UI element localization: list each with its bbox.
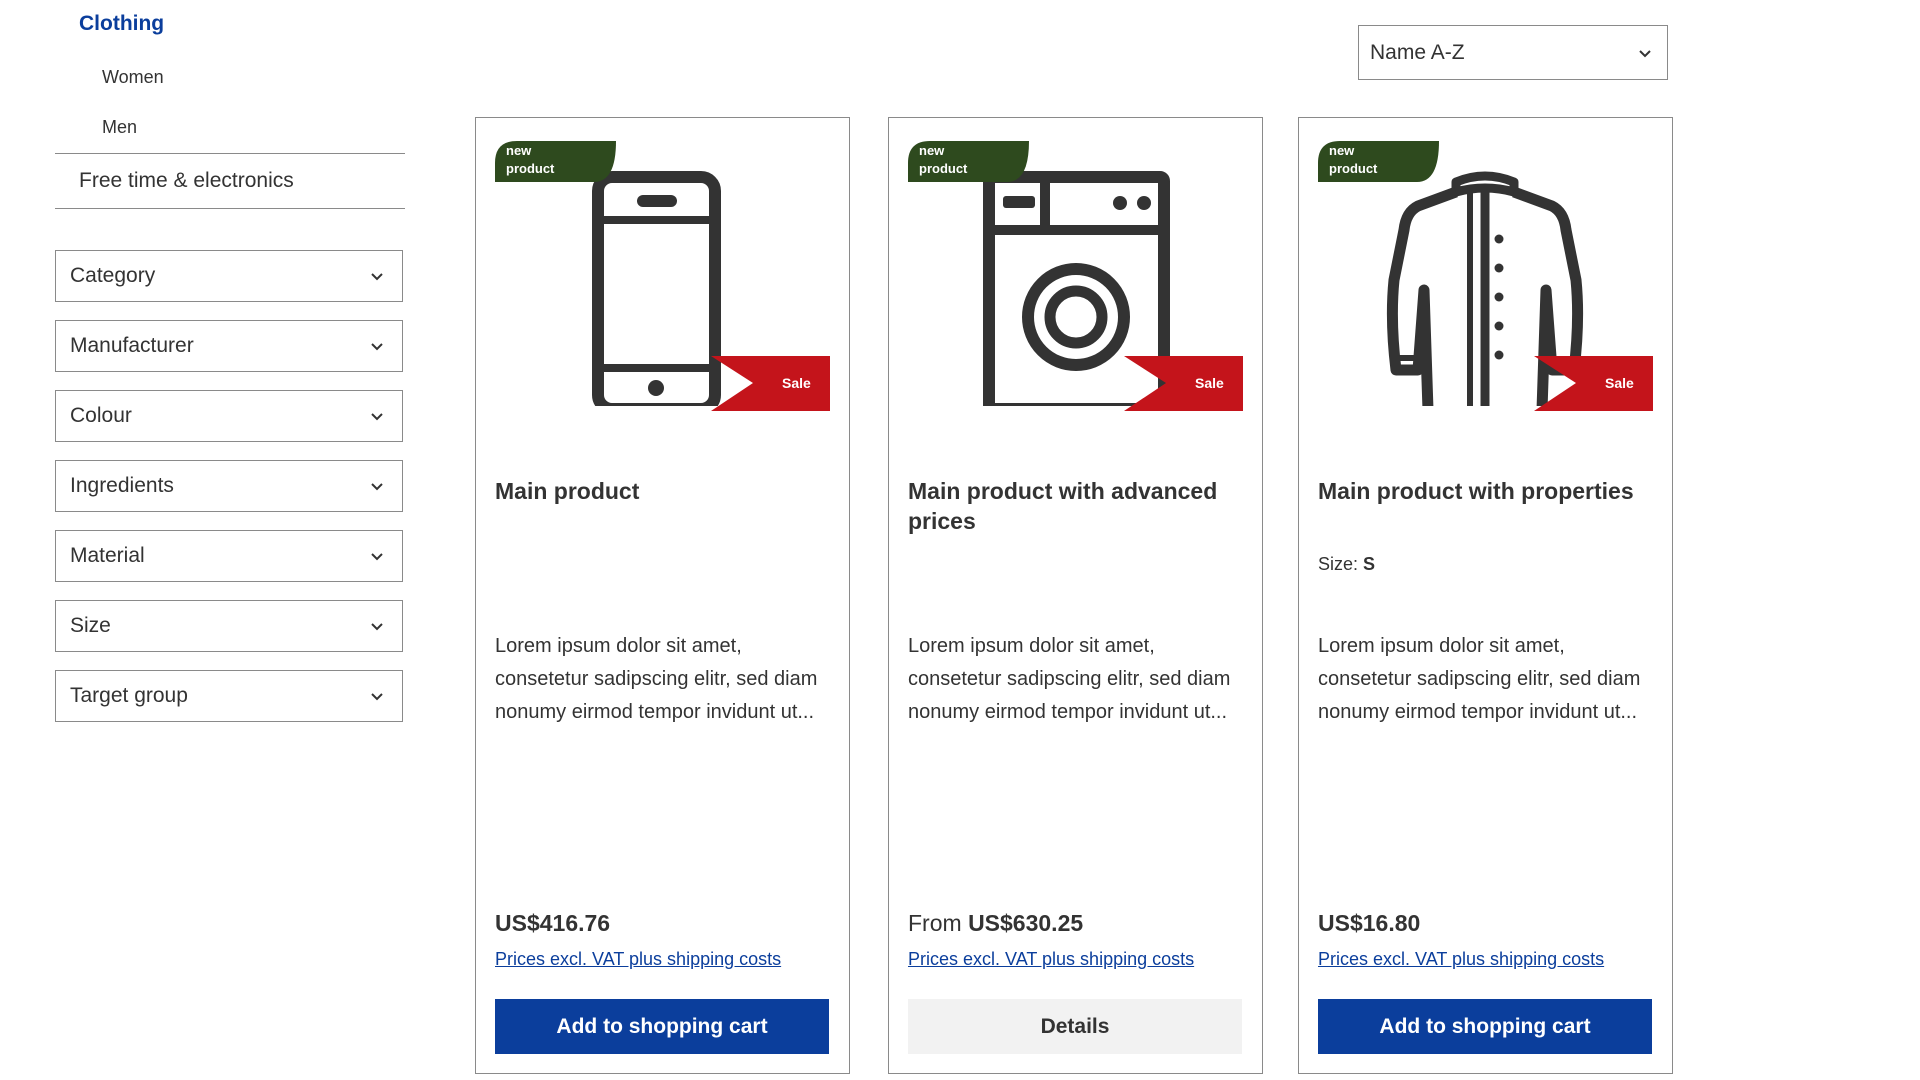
chevron-down-icon	[371, 483, 383, 491]
price-value: US$416.76	[495, 910, 611, 936]
filter-material[interactable]: Material	[55, 530, 403, 582]
nav-subcategory-men[interactable]: Men	[102, 117, 137, 138]
nav-divider	[55, 208, 405, 209]
product-price: US$16.80	[1318, 910, 1420, 937]
filter-category[interactable]: Category	[55, 250, 403, 302]
sale-badge-label: Sale	[782, 375, 811, 391]
filter-label: Ingredients	[70, 474, 174, 497]
vat-shipping-link[interactable]: Prices excl. VAT plus shipping costs	[908, 949, 1194, 970]
product-card[interactable]: new product Sale Main product with advan…	[888, 117, 1263, 1074]
chevron-down-icon	[371, 553, 383, 561]
sort-value: Name A-Z	[1370, 41, 1465, 64]
filter-label: Category	[70, 264, 156, 287]
sale-badge-label: Sale	[1605, 375, 1634, 391]
chevron-down-icon	[371, 343, 383, 351]
new-product-badge-label: new product	[506, 143, 555, 176]
chevron-down-icon	[371, 273, 383, 281]
chevron-down-icon	[1639, 50, 1651, 58]
filter-manufacturer[interactable]: Manufacturer	[55, 320, 403, 372]
sale-badge-label: Sale	[1195, 375, 1224, 391]
filter-label: Colour	[70, 404, 132, 427]
property-value: S	[1363, 554, 1376, 574]
property-label: Size:	[1318, 554, 1359, 574]
product-price: US$416.76	[495, 910, 610, 937]
details-button[interactable]: Details	[908, 999, 1242, 1054]
filter-size[interactable]: Size	[55, 600, 403, 652]
price-value: US$630.25	[968, 910, 1084, 936]
nav-divider	[55, 153, 405, 154]
sale-badge	[1534, 356, 1653, 411]
chevron-down-icon	[371, 413, 383, 421]
new-product-badge-label: new product	[1329, 143, 1378, 176]
filter-label: Manufacturer	[70, 334, 194, 357]
filter-target-group[interactable]: Target group	[55, 670, 403, 722]
filter-label: Size	[70, 614, 111, 637]
product-title[interactable]: Main product with properties	[1318, 476, 1653, 506]
add-to-cart-button[interactable]: Add to shopping cart	[495, 999, 829, 1054]
filter-label: Material	[70, 544, 145, 567]
sort-select[interactable]: Name A-Z	[1358, 25, 1668, 80]
sale-badge	[1124, 356, 1243, 411]
product-card[interactable]: new product Sale Main product with prope…	[1298, 117, 1673, 1074]
product-description: Lorem ipsum dolor sit amet, consetetur s…	[908, 635, 1231, 723]
new-product-badge-label: new product	[919, 143, 968, 176]
add-to-cart-button[interactable]: Add to shopping cart	[1318, 999, 1652, 1054]
product-title[interactable]: Main product with advanced prices	[908, 476, 1243, 536]
sale-badge	[711, 356, 830, 411]
product-description: Lorem ipsum dolor sit amet, consetetur s…	[1318, 635, 1641, 723]
filter-label: Target group	[70, 684, 188, 707]
price-value: US$16.80	[1318, 910, 1421, 936]
chevron-down-icon	[371, 693, 383, 701]
chevron-down-icon	[371, 623, 383, 631]
nav-category-clothing[interactable]: Clothing	[79, 12, 164, 36]
price-prefix: From	[908, 910, 962, 936]
product-card[interactable]: new product Sale Main product Lorem ipsu…	[475, 117, 850, 1074]
product-price: From US$630.25	[908, 910, 1083, 937]
vat-shipping-link[interactable]: Prices excl. VAT plus shipping costs	[495, 949, 781, 970]
filter-colour[interactable]: Colour	[55, 390, 403, 442]
product-title[interactable]: Main product	[495, 476, 830, 506]
product-property-size: Size: S	[1318, 554, 1375, 575]
filter-ingredients[interactable]: Ingredients	[55, 460, 403, 512]
nav-subcategory-women[interactable]: Women	[102, 67, 164, 88]
product-description: Lorem ipsum dolor sit amet, consetetur s…	[495, 635, 818, 723]
vat-shipping-link[interactable]: Prices excl. VAT plus shipping costs	[1318, 949, 1604, 970]
nav-category-free-time-electronics[interactable]: Free time & electronics	[79, 169, 294, 193]
